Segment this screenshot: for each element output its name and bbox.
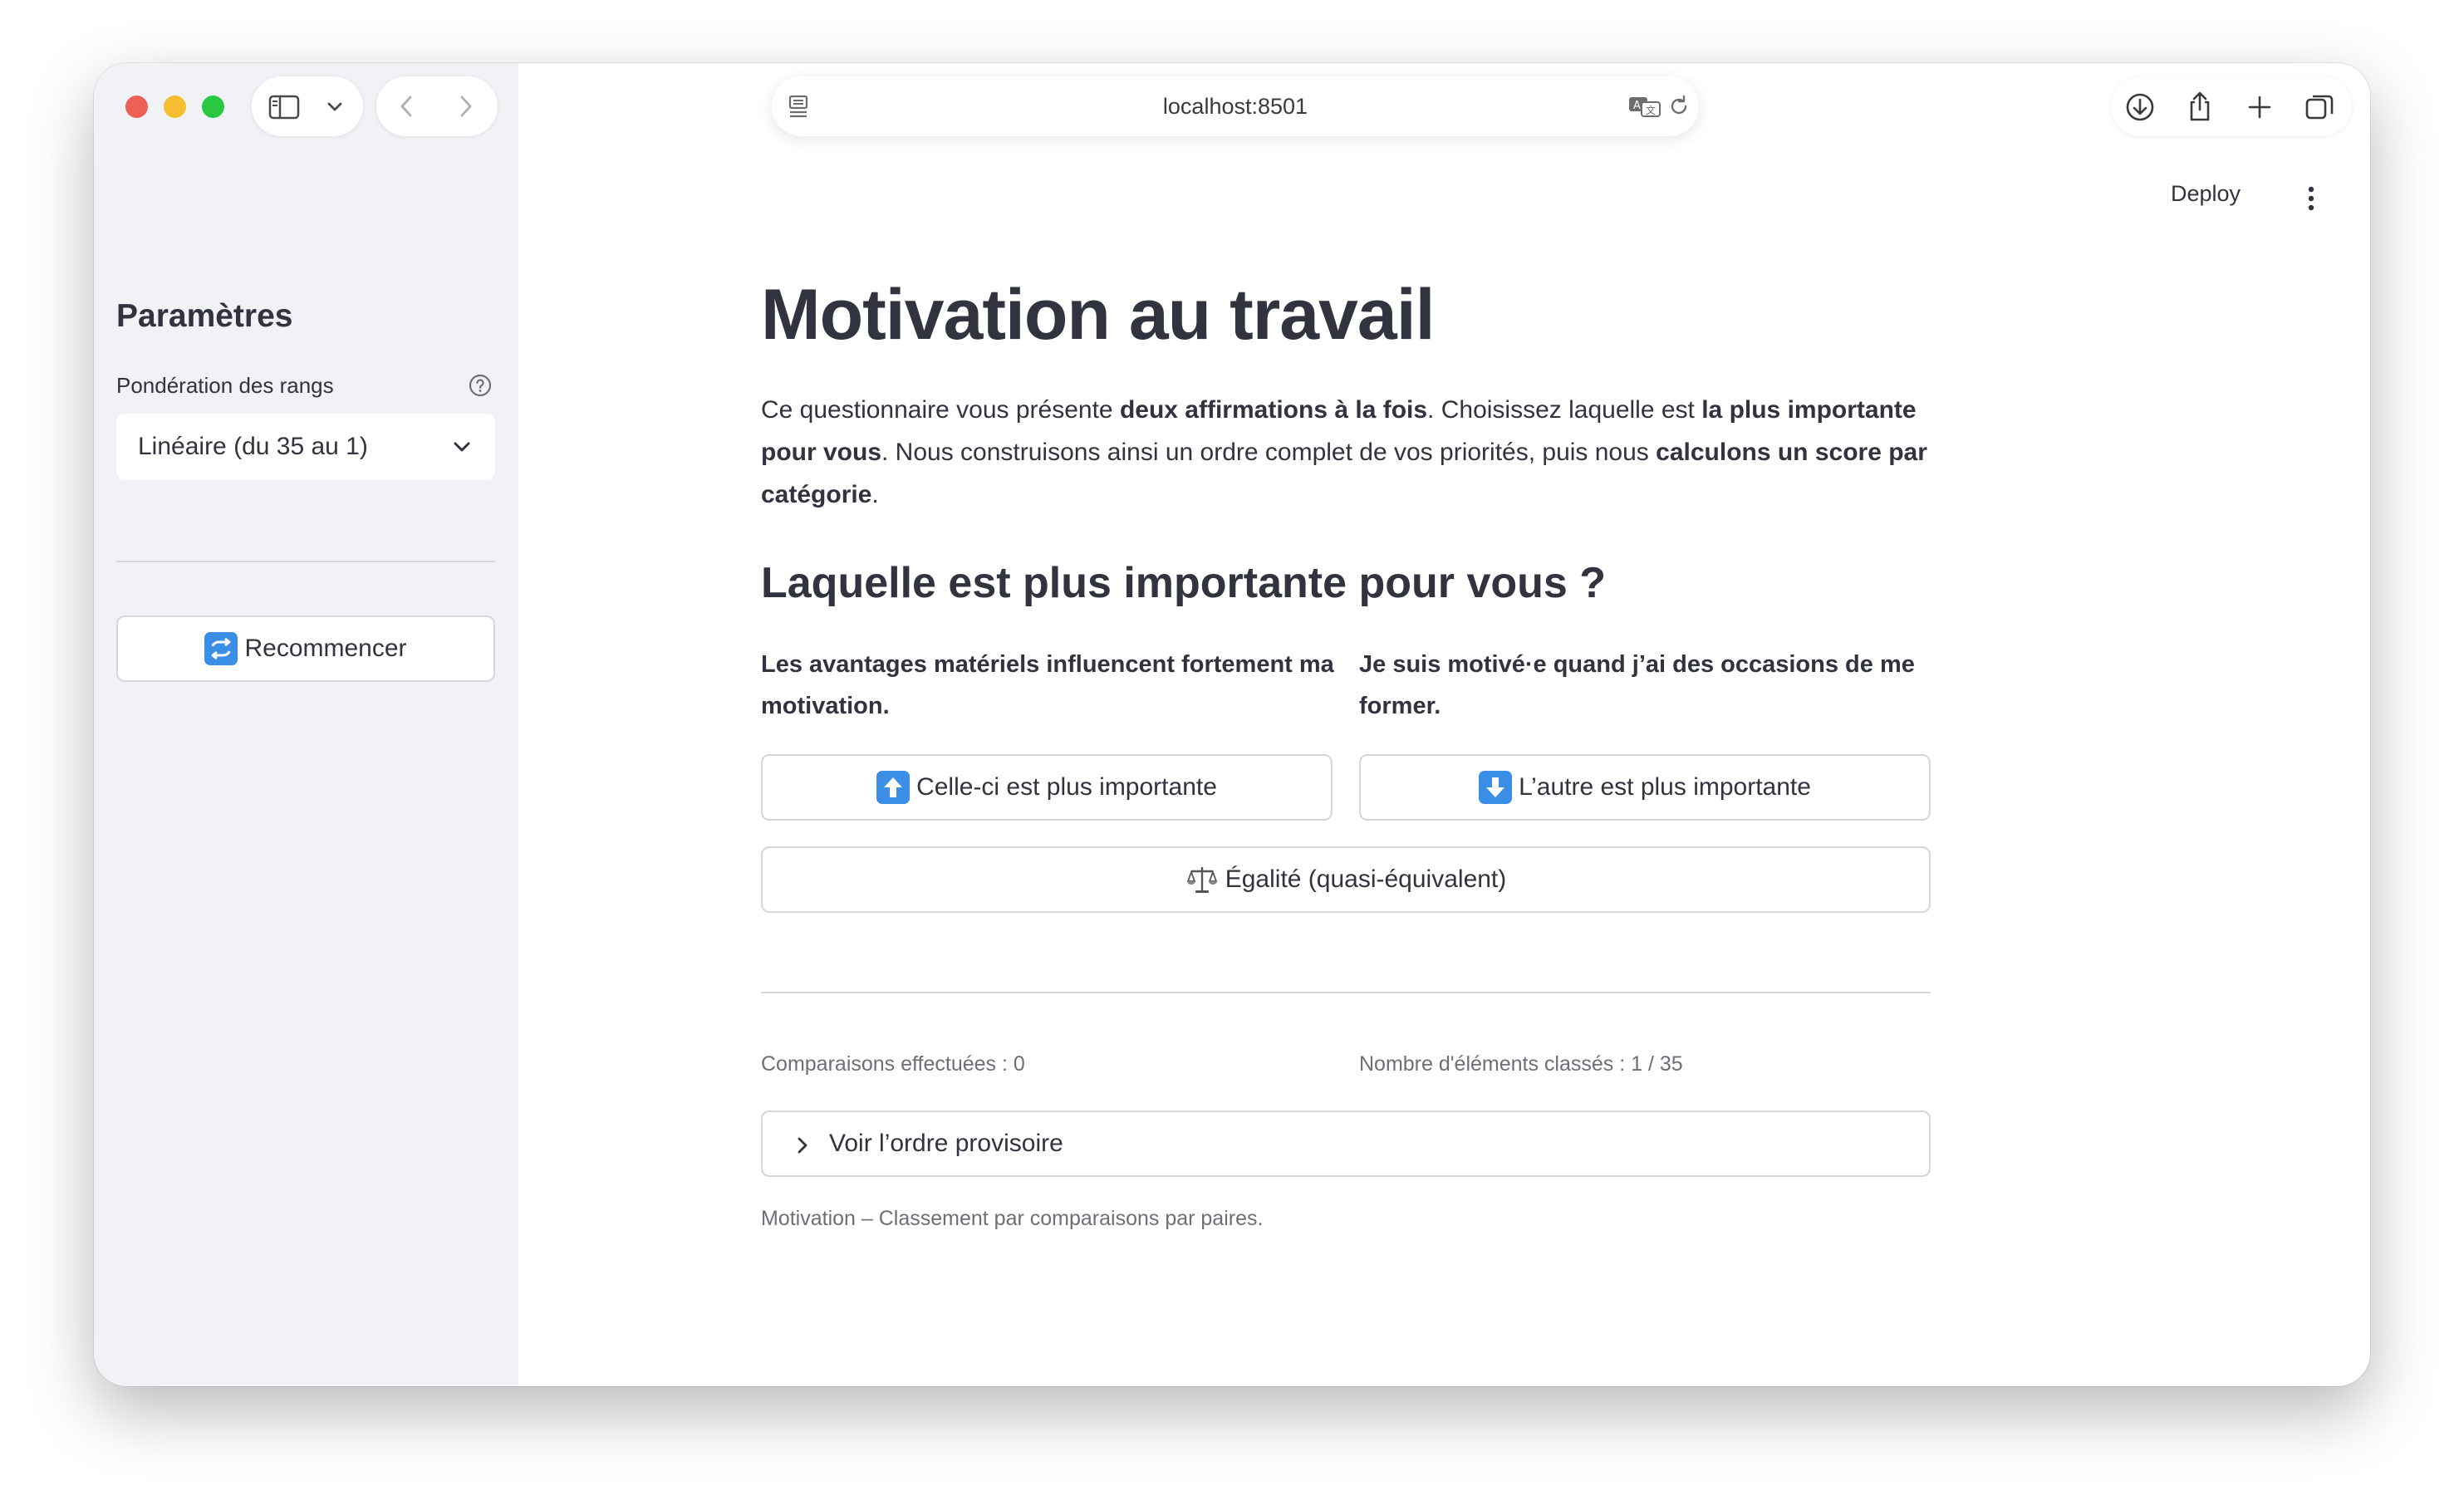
back-icon[interactable] — [395, 93, 420, 120]
intro-text: . — [871, 481, 879, 508]
reload-icon[interactable] — [1666, 93, 1692, 120]
forward-icon[interactable] — [453, 93, 478, 120]
chevron-right-icon — [798, 1137, 807, 1154]
sidebar-title: Paramètres — [116, 298, 293, 334]
sidebar: Paramètres Pondération des rangs Linéair… — [94, 63, 518, 1386]
arrow-down-icon — [1479, 771, 1513, 804]
weighting-select[interactable]: Linéaire (du 35 au 1) — [116, 414, 495, 480]
restart-button[interactable]: Recommencer — [116, 615, 495, 682]
intro-bold: deux affirmations à la fois — [1119, 396, 1428, 424]
tie-label: Égalité (quasi-équivalent) — [1225, 865, 1507, 893]
svg-text:文: 文 — [1646, 104, 1656, 116]
help-icon[interactable] — [468, 373, 493, 398]
address-bar[interactable]: localhost:8501 A 文 — [772, 76, 1699, 136]
chevron-down-icon — [454, 442, 470, 452]
tie-button[interactable]: Égalité (quasi-équivalent) — [761, 846, 1931, 913]
intro-text: . Nous construisons ainsi un ordre compl… — [881, 439, 1657, 466]
weighting-select-value: Linéaire (du 35 au 1) — [138, 433, 368, 460]
history-navigation — [376, 76, 498, 136]
statement-a: Les avantages matériels influencent fort… — [761, 651, 1334, 719]
choose-a-label: Celle-ci est plus importante — [916, 773, 1217, 801]
intro-text: . Choisissez laquelle est — [1427, 396, 1702, 424]
url-text: localhost:8501 — [1162, 94, 1308, 119]
ranked-count: Nombre d'éléments classés : 1 / 35 — [1359, 1052, 1683, 1076]
svg-text:A: A — [1633, 100, 1641, 112]
zoom-window-button[interactable] — [202, 96, 224, 118]
sidebar-toggle-button[interactable] — [252, 76, 363, 136]
choose-b-button[interactable]: L’autre est plus importante — [1359, 754, 1931, 821]
minimize-window-button[interactable] — [164, 96, 186, 118]
main-divider — [761, 992, 1931, 993]
browser-window: Paramètres Pondération des rangs Linéair… — [94, 63, 2370, 1386]
intro-text: Ce questionnaire vous présente — [761, 396, 1120, 424]
balance-scale-icon — [1186, 867, 1218, 893]
restart-button-label: Recommencer — [244, 635, 407, 662]
footer-caption: Motivation – Classement par comparaisons… — [761, 1207, 1264, 1230]
choose-a-button[interactable]: Celle-ci est plus importante — [761, 754, 1333, 821]
toolbar-actions — [2111, 76, 2352, 136]
deploy-button[interactable]: Deploy — [2171, 181, 2241, 207]
translate-icon[interactable]: A 文 — [1627, 93, 1662, 120]
download-icon[interactable] — [2124, 91, 2156, 123]
sidebar-divider — [116, 561, 495, 562]
intro-paragraph: Ce questionnaire vous présente deux affi… — [761, 389, 1941, 516]
tab-overview-icon[interactable] — [2304, 91, 2337, 123]
more-options-icon[interactable] — [2306, 184, 2316, 213]
browser-toolbar: localhost:8501 A 文 — [94, 63, 2370, 150]
new-tab-icon[interactable] — [2244, 91, 2275, 123]
provisional-order-expander[interactable]: Voir l’ordre provisoire — [761, 1110, 1931, 1177]
arrow-up-icon — [876, 771, 911, 804]
close-window-button[interactable] — [125, 96, 148, 118]
comparisons-count: Comparaisons effectuées : 0 — [761, 1052, 1025, 1076]
share-icon[interactable] — [2184, 90, 2216, 123]
choose-b-label: L’autre est plus importante — [1519, 773, 1811, 801]
repeat-icon — [204, 632, 238, 665]
question-heading: Laquelle est plus importante pour vous ? — [761, 559, 1607, 607]
page-title: Motivation au travail — [761, 275, 1435, 355]
expander-label: Voir l’ordre provisoire — [829, 1130, 1063, 1157]
statement-b: Je suis motivé·e quand j’ai des occasion… — [1359, 651, 1915, 719]
weighting-label: Pondération des rangs — [116, 373, 334, 398]
sidebar-icon — [268, 95, 300, 120]
chevron-down-icon — [327, 102, 342, 111]
